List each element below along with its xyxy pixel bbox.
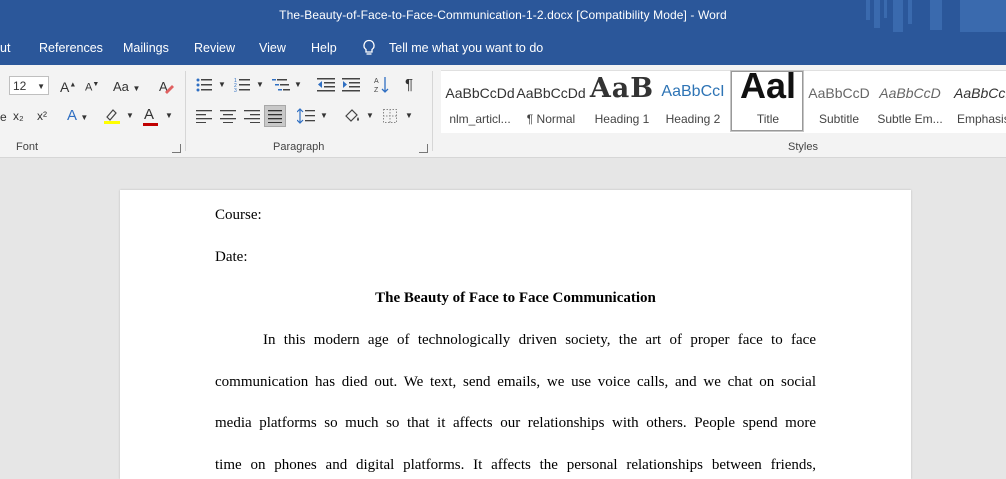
change-case-button[interactable]: Aa ▼ bbox=[113, 79, 140, 94]
styles-group-label: Styles bbox=[788, 141, 818, 153]
document-page[interactable]: Course: Date: The Beauty of Face to Face… bbox=[120, 190, 911, 479]
chevron-down-icon[interactable]: ▼ bbox=[320, 111, 328, 120]
style-heading-2[interactable]: AaBbCcI Heading 2 bbox=[658, 71, 728, 131]
style-heading-1[interactable]: AaB Heading 1 bbox=[587, 71, 657, 131]
align-center-icon[interactable] bbox=[220, 109, 236, 123]
svg-text:3: 3 bbox=[234, 88, 237, 92]
style-label: Title bbox=[756, 112, 780, 126]
chevron-down-icon[interactable]: ▼ bbox=[405, 111, 413, 120]
font-group-label: Font bbox=[16, 141, 39, 153]
group-divider bbox=[185, 71, 186, 151]
paragraph-group-label: Paragraph bbox=[273, 141, 325, 153]
chevron-down-icon: ▼ bbox=[37, 82, 45, 91]
shrink-font-button[interactable]: A▼ bbox=[85, 81, 99, 94]
tab-mailings[interactable]: Mailings bbox=[123, 41, 169, 55]
shading-icon[interactable] bbox=[343, 107, 361, 125]
paragraph-line: In this modern age of technologically dr… bbox=[263, 332, 816, 348]
tell-me-label: Tell me what you want to do bbox=[389, 41, 544, 55]
style-preview: AaBbCcL bbox=[954, 85, 1006, 101]
multilevel-list-icon[interactable] bbox=[272, 77, 290, 92]
chevron-down-icon[interactable]: ▼ bbox=[165, 111, 173, 120]
style-preview: AaBbCcDd bbox=[445, 85, 515, 101]
title-bar: The-Beauty-of-Face-to-Face-Communication… bbox=[0, 0, 1006, 32]
tab-view[interactable]: View bbox=[259, 41, 286, 55]
style-subtitle[interactable]: AaBbCcD Subtitle bbox=[804, 71, 874, 131]
style-emphasis[interactable]: AaBbCcL Emphasis bbox=[946, 71, 1006, 131]
font-dialog-launcher-icon[interactable] bbox=[172, 144, 181, 153]
text-effects-button[interactable]: A ▼ bbox=[67, 107, 88, 124]
style-label: Subtle Em... bbox=[877, 112, 943, 126]
font-size-value: 12 bbox=[13, 79, 27, 93]
grow-font-button[interactable]: A▲ bbox=[60, 79, 76, 95]
superscript-button[interactable]: x² bbox=[37, 109, 47, 123]
style-label: Emphasis bbox=[957, 112, 1006, 126]
svg-text:Z: Z bbox=[374, 87, 379, 94]
font-size-select[interactable]: 12 ▼ bbox=[9, 76, 49, 95]
paragraph-line: communication has died out. We text, sen… bbox=[215, 374, 816, 390]
date-line: Date: bbox=[215, 249, 248, 265]
style-title[interactable]: Aal Title bbox=[730, 70, 804, 132]
style-label: ¶ Normal bbox=[526, 112, 576, 126]
show-formatting-marks-icon[interactable]: ¶ bbox=[405, 76, 413, 93]
style-normal[interactable]: AaBbCcDd ¶ Normal bbox=[516, 71, 586, 131]
strikethrough-icon[interactable]: e bbox=[0, 110, 7, 124]
chevron-down-icon[interactable]: ▼ bbox=[366, 111, 374, 120]
line-spacing-icon[interactable] bbox=[297, 108, 315, 124]
numbering-icon[interactable]: 1 2 3 bbox=[234, 77, 250, 92]
style-subtle-emphasis[interactable]: AaBbCcD Subtle Em... bbox=[875, 71, 945, 131]
style-nlm-article[interactable]: AaBbCcDd nlm_articl... bbox=[445, 71, 515, 131]
chevron-down-icon[interactable]: ▼ bbox=[218, 80, 226, 89]
style-label: nlm_articl... bbox=[449, 112, 511, 126]
style-preview: Aal bbox=[739, 71, 797, 106]
style-label: Heading 1 bbox=[594, 112, 650, 126]
tab-references[interactable]: References bbox=[39, 41, 103, 55]
lightbulb-icon bbox=[363, 39, 375, 55]
chevron-down-icon[interactable]: ▼ bbox=[126, 111, 134, 120]
group-divider bbox=[432, 71, 433, 151]
justify-button[interactable] bbox=[264, 105, 286, 127]
style-preview: AaB bbox=[589, 73, 655, 104]
styles-gallery: AaBbCcDd nlm_articl... AaBbCcDd ¶ Normal… bbox=[441, 70, 1006, 133]
style-preview: AaBbCcDd bbox=[516, 85, 586, 101]
style-preview: AaBbCcD bbox=[808, 85, 870, 101]
course-line: Course: bbox=[215, 207, 262, 223]
document-title-heading: The Beauty of Face to Face Communication bbox=[375, 290, 656, 306]
bullets-icon[interactable] bbox=[196, 78, 212, 92]
chevron-down-icon[interactable]: ▼ bbox=[294, 80, 302, 89]
sort-icon[interactable]: A Z bbox=[374, 76, 390, 94]
style-preview: AaBbCcI bbox=[661, 83, 725, 100]
style-label: Subtitle bbox=[818, 112, 860, 126]
font-color-button[interactable]: A bbox=[144, 106, 154, 123]
tell-me-search[interactable]: Tell me what you want to do bbox=[362, 39, 543, 57]
ribbon: 12 ▼ A▲ A▼ Aa ▼ A e x₂ x² A ▼ ▼ A ▼ Font bbox=[0, 65, 1006, 158]
tab-help[interactable]: Help bbox=[311, 41, 337, 55]
clear-formatting-icon[interactable]: A bbox=[158, 78, 174, 94]
document-title: The-Beauty-of-Face-to-Face-Communication… bbox=[279, 8, 727, 22]
font-color-swatch bbox=[143, 123, 158, 126]
paragraph-dialog-launcher-icon[interactable] bbox=[419, 144, 428, 153]
ribbon-tabs: ut References Mailings Review View Help … bbox=[0, 32, 1006, 65]
paragraph-line: media platforms so much so that it affec… bbox=[215, 415, 816, 431]
tab-review[interactable]: Review bbox=[194, 41, 235, 55]
chevron-down-icon[interactable]: ▼ bbox=[256, 80, 264, 89]
highlight-icon[interactable] bbox=[103, 107, 121, 125]
justify-icon bbox=[268, 110, 282, 123]
align-left-icon[interactable] bbox=[196, 109, 212, 123]
align-right-icon[interactable] bbox=[244, 109, 260, 123]
tab-layout[interactable]: ut bbox=[0, 41, 10, 55]
borders-icon[interactable] bbox=[383, 109, 397, 123]
subscript-button[interactable]: x₂ bbox=[13, 109, 24, 123]
paragraph-line: time on phones and digital platforms. It… bbox=[215, 457, 816, 473]
increase-indent-icon[interactable] bbox=[342, 77, 360, 92]
style-preview: AaBbCcD bbox=[879, 85, 941, 101]
style-label: Heading 2 bbox=[665, 112, 721, 126]
svg-text:A: A bbox=[374, 78, 379, 85]
decrease-indent-icon[interactable] bbox=[317, 77, 335, 92]
